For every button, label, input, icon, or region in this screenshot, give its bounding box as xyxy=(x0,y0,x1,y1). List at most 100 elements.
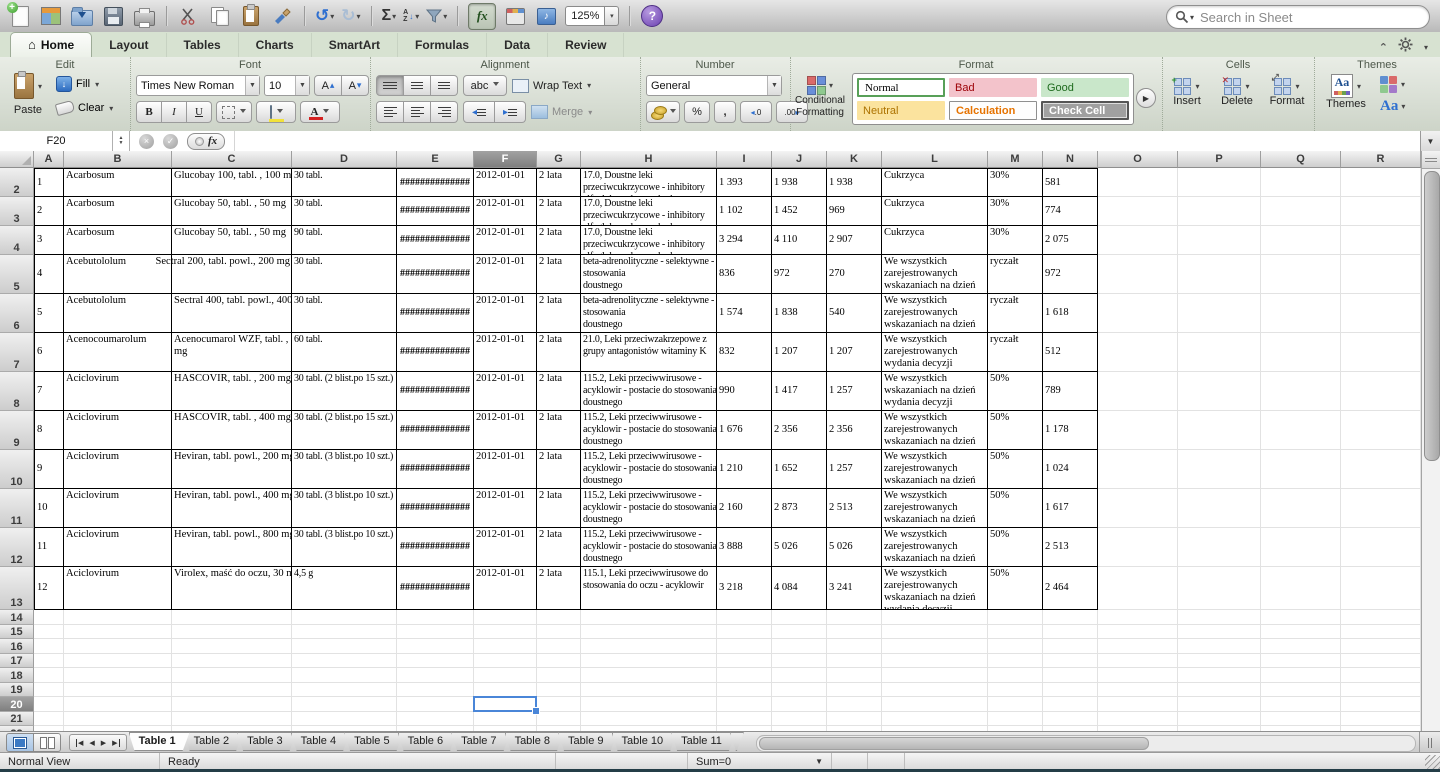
cell-R16[interactable] xyxy=(1341,639,1421,654)
cell-E18[interactable] xyxy=(397,668,474,683)
cell-R10[interactable] xyxy=(1341,450,1421,489)
cell-F8[interactable]: 2012-01-01 xyxy=(474,372,537,411)
cell-N8[interactable]: 789 xyxy=(1043,372,1098,411)
column-header-C[interactable]: C xyxy=(172,151,292,168)
sort-button[interactable]: AZ ↓ ▾ xyxy=(403,9,419,23)
cell-C6[interactable]: Sectral 400, tabl. powl., 400 mg xyxy=(172,294,292,333)
shrink-font-button[interactable]: A xyxy=(342,75,369,96)
cell-J13[interactable]: 4 084 xyxy=(772,567,827,610)
cell-N13[interactable]: 2 464 xyxy=(1043,567,1098,610)
cell-M2[interactable]: 30% xyxy=(988,168,1043,197)
merge-button[interactable]: Merge ▾ xyxy=(531,105,592,119)
ribbon-tab-layout[interactable]: Layout xyxy=(92,33,166,57)
cell-H18[interactable] xyxy=(581,668,717,683)
cell-A5[interactable]: 4 xyxy=(34,255,64,294)
cell-C18[interactable] xyxy=(172,668,292,683)
cell-M13[interactable]: 50% xyxy=(988,567,1043,610)
cell-R7[interactable] xyxy=(1341,333,1421,372)
cell-B16[interactable] xyxy=(64,639,172,654)
sheet-tab-table-6[interactable]: Table 6 xyxy=(398,732,457,751)
cell-D10[interactable]: 30 tabl. (3 blist.po 10 szt.) xyxy=(292,450,397,489)
cell-M3[interactable]: 30% xyxy=(988,197,1043,226)
cell-I12[interactable]: 3 888 xyxy=(717,528,772,567)
cell-Q7[interactable] xyxy=(1261,333,1341,372)
cell-Q4[interactable] xyxy=(1261,226,1341,255)
cell-J3[interactable]: 1 452 xyxy=(772,197,827,226)
row-header-17[interactable]: 17 xyxy=(0,654,34,669)
cell-M5[interactable]: ryczałt xyxy=(988,255,1043,294)
cell-K15[interactable] xyxy=(827,625,882,640)
row-header-18[interactable]: 18 xyxy=(0,668,34,683)
cell-N10[interactable]: 1 024 xyxy=(1043,450,1098,489)
cell-N21[interactable] xyxy=(1043,712,1098,727)
cell-M10[interactable]: 50% xyxy=(988,450,1043,489)
cell-H16[interactable] xyxy=(581,639,717,654)
row-header-15[interactable]: 15 xyxy=(0,625,34,640)
cell-A7[interactable]: 6 xyxy=(34,333,64,372)
cell-I4[interactable]: 3 294 xyxy=(717,226,772,255)
wrap-text-button[interactable]: Wrap Text ▾ xyxy=(512,79,591,93)
row-header-8[interactable]: 8 xyxy=(0,372,34,411)
cell-H15[interactable] xyxy=(581,625,717,640)
cell-E20[interactable] xyxy=(397,697,474,712)
vertical-scrollbar-thumb[interactable] xyxy=(1424,171,1440,461)
ribbon-tab-home[interactable]: Home xyxy=(10,32,92,57)
cell-H7[interactable]: 21.0, Leki przeciwzakrzepowe z grupy ant… xyxy=(581,333,717,372)
cell-J20[interactable] xyxy=(772,697,827,712)
row-header-21[interactable]: 21 xyxy=(0,712,34,727)
cell-C9[interactable]: HASCOVIR, tabl. , 400 mg xyxy=(172,411,292,450)
cell-L8[interactable]: We wszystkich wskazaniach na dzień wydan… xyxy=(882,372,988,411)
sheet-tab-table-2[interactable]: Table 2 xyxy=(184,732,243,751)
row-header-3[interactable]: 3 xyxy=(0,197,34,226)
decrease-indent-button[interactable] xyxy=(463,101,495,123)
cell-F17[interactable] xyxy=(474,654,537,669)
cell-N16[interactable] xyxy=(1043,639,1098,654)
cell-R19[interactable] xyxy=(1341,683,1421,698)
cell-H4[interactable]: 17.0, Doustne leki przeciwcukrzycowe - i… xyxy=(581,226,717,255)
cell-P19[interactable] xyxy=(1178,683,1261,698)
cell-R2[interactable] xyxy=(1341,168,1421,197)
cell-A21[interactable] xyxy=(34,712,64,727)
cell-L12[interactable]: We wszystkich zarejestrowanych wskazania… xyxy=(882,528,988,567)
cell-J11[interactable]: 2 873 xyxy=(772,489,827,528)
cell-K11[interactable]: 2 513 xyxy=(827,489,882,528)
cell-M6[interactable]: ryczałt xyxy=(988,294,1043,333)
cell-R8[interactable] xyxy=(1341,372,1421,411)
cell-Q5[interactable] xyxy=(1261,255,1341,294)
style-calculation[interactable]: Calculation xyxy=(949,101,1037,120)
cell-E15[interactable] xyxy=(397,625,474,640)
cell-P5[interactable] xyxy=(1178,255,1261,294)
cell-B2[interactable]: Acarbosum xyxy=(64,168,172,197)
row-header-16[interactable]: 16 xyxy=(0,639,34,654)
toolbox-button[interactable] xyxy=(503,4,527,28)
cell-I16[interactable] xyxy=(717,639,772,654)
column-header-G[interactable]: G xyxy=(537,151,581,168)
cell-N6[interactable]: 1 618 xyxy=(1043,294,1098,333)
undo-button[interactable]: ↺▾ xyxy=(315,7,334,25)
cell-Q19[interactable] xyxy=(1261,683,1341,698)
cell-N14[interactable] xyxy=(1043,610,1098,625)
normal-view-button[interactable] xyxy=(6,733,34,752)
cell-I18[interactable] xyxy=(717,668,772,683)
cell-C13[interactable]: Virolex, maść do oczu, 30 mg/g xyxy=(172,567,292,610)
currency-button[interactable] xyxy=(646,101,680,123)
row-header-10[interactable]: 10 xyxy=(0,450,34,489)
cell-F14[interactable] xyxy=(474,610,537,625)
cell-B7[interactable]: Acenocoumarolum xyxy=(64,333,172,372)
cell-B8[interactable]: Aciclovirum xyxy=(64,372,172,411)
cell-I7[interactable]: 832 xyxy=(717,333,772,372)
insert-function-button[interactable]: fx xyxy=(187,133,225,150)
cell-K17[interactable] xyxy=(827,654,882,669)
ribbon-tab-review[interactable]: Review xyxy=(548,33,624,57)
percent-button[interactable]: % xyxy=(684,101,710,123)
sheet-tab-table-5[interactable]: Table 5 xyxy=(344,732,403,751)
cell-Q18[interactable] xyxy=(1261,668,1341,683)
new-from-template-button[interactable] xyxy=(39,4,63,28)
cell-L5[interactable]: We wszystkich zarejestrowanych wskazania… xyxy=(882,255,988,294)
cell-P18[interactable] xyxy=(1178,668,1261,683)
cell-B14[interactable] xyxy=(64,610,172,625)
cell-K8[interactable]: 1 257 xyxy=(827,372,882,411)
cell-L4[interactable]: Cukrzyca xyxy=(882,226,988,255)
cell-O11[interactable] xyxy=(1098,489,1178,528)
cell-I20[interactable] xyxy=(717,697,772,712)
